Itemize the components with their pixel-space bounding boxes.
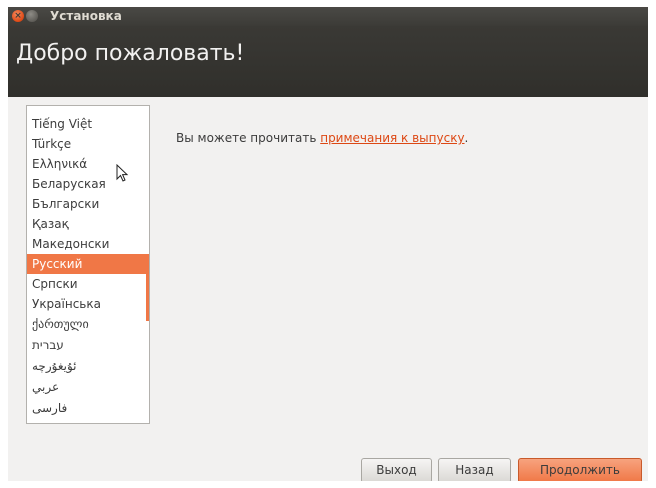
release-notes-text: Вы можете прочитать примечания к выпуску… [176, 131, 468, 145]
quit-button[interactable]: Выход [361, 458, 432, 481]
language-item[interactable]: Српски [27, 274, 149, 294]
language-item[interactable]: فارسی [27, 398, 149, 418]
back-button[interactable]: Назад [438, 458, 511, 481]
language-item[interactable]: Қазақ [27, 214, 149, 234]
language-item[interactable]: Türkçe [27, 134, 149, 154]
language-item[interactable]: Tiếng Việt [27, 114, 149, 134]
language-item[interactable]: Български [27, 194, 149, 214]
installer-window: × Установка Добро пожаловать! Tiếng Việt… [8, 7, 648, 481]
language-item[interactable]: Ελληνικά [27, 154, 149, 174]
page-header: Добро пожаловать! [8, 26, 648, 97]
language-item[interactable]: عربي [27, 377, 149, 397]
language-item[interactable]: Українська [27, 294, 149, 314]
mouse-pointer-icon [116, 164, 129, 182]
language-list[interactable]: Tiếng Việt Türkçe Ελληνικά Беларуская Бъ… [26, 105, 150, 424]
language-item[interactable]: Беларуская [27, 174, 149, 194]
continue-button[interactable]: Продолжить [518, 458, 642, 481]
release-notes-prefix: Вы можете прочитать [176, 131, 321, 145]
language-item[interactable]: ئۇيغۇرچە [27, 356, 149, 376]
release-notes-suffix: . [464, 131, 469, 145]
list-scrollbar-thumb[interactable] [146, 269, 149, 321]
page-title: Добро пожаловать! [16, 41, 245, 66]
language-item[interactable]: Македонски [27, 234, 149, 254]
language-item-selected[interactable]: Русский [27, 254, 149, 274]
language-item[interactable]: עברית [27, 335, 149, 355]
release-notes-link[interactable]: примечания к выпуску [320, 131, 464, 145]
language-item[interactable]: ქართული [27, 314, 149, 334]
